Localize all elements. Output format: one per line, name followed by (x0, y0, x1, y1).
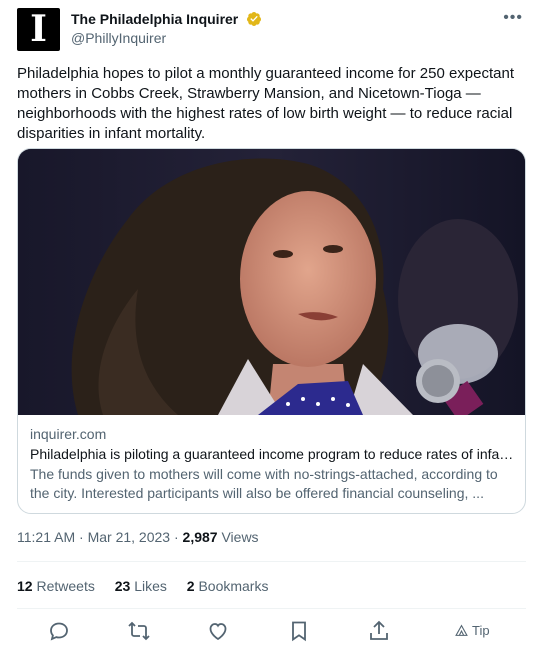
action-bar: Tip (17, 617, 526, 645)
verified-badge-icon (246, 12, 261, 26)
tweet-text: Philadelphia hopes to pilot a monthly gu… (17, 65, 514, 142)
card-photo (18, 149, 525, 415)
tweet-time[interactable]: 11:21 AM (17, 529, 75, 545)
bookmarks-stat[interactable]: 2 Bookmarks (187, 578, 269, 594)
bookmarks-count: 2 (186, 578, 195, 594)
bookmarks-label: Bookmarks (198, 578, 269, 594)
share-icon[interactable] (367, 619, 391, 643)
like-icon[interactable] (206, 619, 230, 643)
author-names: The Philadelphia Inquirer @PhillyInquire… (71, 10, 262, 47)
retweets-count: 12 (17, 578, 33, 594)
card-body: inquirer.com Philadelphia is piloting a … (30, 425, 515, 503)
display-name[interactable]: The Philadelphia Inquirer (71, 10, 238, 28)
views-label: Views (221, 529, 259, 545)
card-title: Philadelphia is piloting a guaranteed in… (30, 446, 515, 462)
likes-label: Likes (134, 578, 167, 594)
tip-button[interactable]: Tip (455, 623, 490, 639)
more-options-icon[interactable]: ••• (503, 8, 523, 28)
divider (17, 561, 526, 562)
likes-stat[interactable]: 23 Likes (115, 578, 167, 594)
retweets-label: Retweets (36, 578, 95, 594)
link-card[interactable]: inquirer.com Philadelphia is piloting a … (17, 148, 526, 514)
card-image[interactable] (18, 149, 525, 415)
meta-separator-2: · (170, 529, 183, 545)
tweet-meta: 11:21 AM · Mar 21, 2023 · 2,987 Views (17, 528, 259, 546)
divider (17, 608, 526, 609)
handle[interactable]: @PhillyInquirer (71, 29, 262, 47)
tip-label: Tip (472, 623, 490, 638)
retweets-stat[interactable]: 12 Retweets (17, 578, 95, 594)
tweet-date[interactable]: Mar 21, 2023 (88, 529, 171, 545)
likes-count: 23 (114, 578, 131, 594)
tip-icon (455, 624, 468, 636)
avatar-letter: I (30, 8, 47, 50)
views-count: 2,987 (182, 529, 218, 545)
reply-icon[interactable] (47, 619, 71, 643)
retweet-icon[interactable] (127, 619, 151, 643)
tweet-stats: 12 Retweets 23 Likes 2 Bookmarks (17, 577, 284, 595)
bookmark-icon[interactable] (287, 619, 311, 643)
tweet-header: I The Philadelphia Inquirer @PhillyInqui… (17, 8, 527, 52)
meta-separator: · (75, 529, 88, 545)
card-domain: inquirer.com (30, 426, 107, 442)
card-description: The funds given to mothers will come wit… (30, 466, 498, 501)
avatar[interactable]: I (17, 8, 60, 51)
